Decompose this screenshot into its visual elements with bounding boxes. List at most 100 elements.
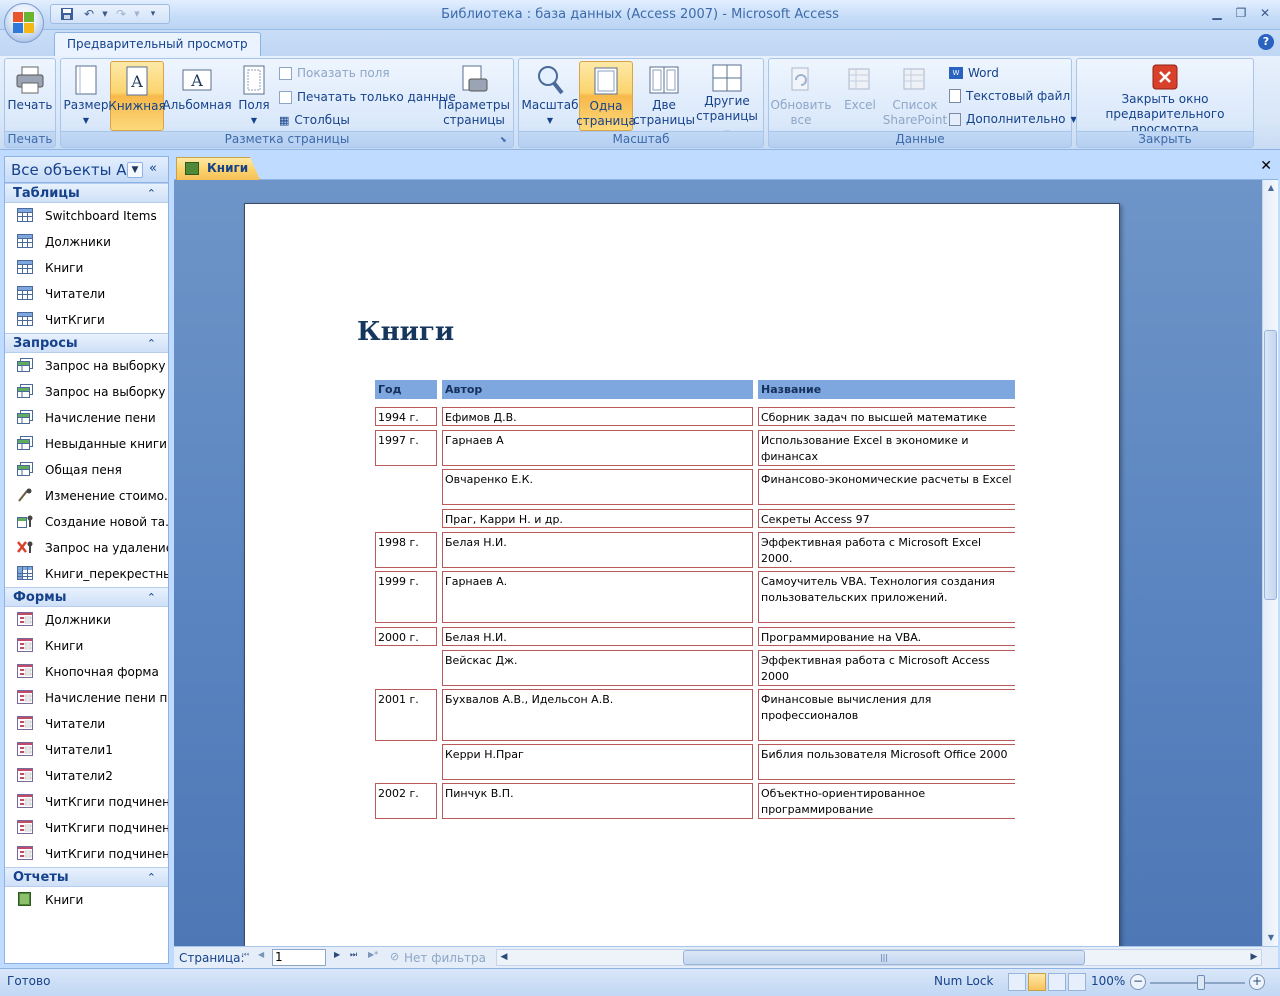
- zoom-in-icon[interactable]: +: [1249, 974, 1265, 990]
- one-page-button[interactable]: Одна страница: [576, 61, 636, 131]
- vertical-scrollbar[interactable]: ▲ ▼: [1262, 180, 1278, 946]
- update-query-icon: [17, 488, 33, 502]
- nav-item[interactable]: Запрос на выборку 2: [5, 379, 168, 405]
- nav-item[interactable]: Начисление пени: [5, 405, 168, 431]
- export-sharepoint-button[interactable]: Список SharePoint: [883, 61, 947, 131]
- document-tab-books[interactable]: Книги: [176, 157, 260, 180]
- print-data-only-checkbox[interactable]: Печатать только данные: [279, 87, 456, 107]
- collapse-group-icon[interactable]: ⌃: [147, 184, 156, 203]
- minimize-icon[interactable]: ▁: [1206, 4, 1228, 22]
- cell-author: Белая Н.И.: [442, 532, 753, 568]
- close-window-icon[interactable]: ✕: [1254, 4, 1276, 22]
- collapse-group-icon[interactable]: ⌃: [147, 588, 156, 607]
- export-excel-button[interactable]: Excel: [835, 61, 885, 131]
- zoom-out-icon[interactable]: −: [1130, 974, 1146, 990]
- help-icon[interactable]: ?: [1258, 34, 1274, 50]
- nav-item[interactable]: Читатели: [5, 711, 168, 737]
- nav-group-forms[interactable]: Формы ⌃: [5, 587, 168, 607]
- nav-item[interactable]: Запрос на удаление: [5, 535, 168, 561]
- export-more-button[interactable]: Дополнительно ▼: [949, 109, 1077, 129]
- page-number-input[interactable]: 1: [272, 949, 326, 966]
- page-layout-launcher-icon[interactable]: ⬊: [500, 135, 510, 145]
- print-button[interactable]: Печать: [6, 61, 54, 131]
- close-preview-button[interactable]: Закрыть окно предварительного просмотра: [1079, 61, 1251, 136]
- office-button[interactable]: [4, 3, 44, 43]
- design-view-icon[interactable]: [1068, 973, 1086, 991]
- nav-group-tables[interactable]: Таблицы ⌃: [5, 183, 168, 203]
- nav-menu-dropdown-icon[interactable]: ▼: [127, 162, 143, 178]
- horizontal-scroll-thumb[interactable]: |||: [683, 950, 1085, 965]
- filter-status[interactable]: Нет фильтра: [404, 951, 486, 965]
- portrait-button[interactable]: A Книжная: [108, 61, 166, 131]
- landscape-button[interactable]: A Альбомная: [162, 61, 232, 131]
- refresh-all-button[interactable]: Обновить все: [771, 61, 831, 131]
- nav-item[interactable]: Запрос на выборку: [5, 353, 168, 379]
- nav-pane-header[interactable]: Все объекты А... ▼ «: [5, 157, 168, 183]
- scroll-left-icon[interactable]: ◀: [497, 950, 511, 965]
- horizontal-scrollbar[interactable]: ◀ ||| ▶: [496, 949, 1262, 966]
- nav-item[interactable]: Читатели: [5, 281, 168, 307]
- zoom-slider-thumb[interactable]: [1197, 975, 1205, 990]
- nav-item[interactable]: Книги: [5, 255, 168, 281]
- size-button[interactable]: Размер ▼: [63, 61, 109, 131]
- nav-item[interactable]: ЧитКгиги подчинен...: [5, 815, 168, 841]
- nav-item[interactable]: ЧитКгиги подчинен...: [5, 841, 168, 867]
- nav-item-label: Запрос на выборку 2: [45, 385, 168, 399]
- nav-item-label: Изменение стоимо...: [45, 489, 168, 503]
- vertical-scroll-thumb[interactable]: [1264, 330, 1277, 600]
- export-word-button[interactable]: W Word: [949, 63, 999, 83]
- nav-item[interactable]: Должники: [5, 607, 168, 633]
- group-label-page-layout: Разметка страницы: [61, 131, 513, 147]
- new-record-icon[interactable]: ▶*: [368, 950, 378, 959]
- nav-item[interactable]: Книги: [5, 633, 168, 659]
- nav-item[interactable]: Книги_перекрестный: [5, 561, 168, 587]
- collapse-group-icon[interactable]: ⌃: [147, 868, 156, 887]
- nav-item[interactable]: Кнопочная форма: [5, 659, 168, 685]
- scroll-up-icon[interactable]: ▲: [1263, 180, 1279, 196]
- first-page-icon[interactable]: ⏮: [242, 950, 249, 960]
- print-preview-view-icon[interactable]: [1028, 973, 1046, 991]
- last-page-icon[interactable]: ⏭: [350, 950, 357, 960]
- margins-button[interactable]: Поля ▼: [233, 61, 275, 131]
- next-page-icon[interactable]: ▶: [334, 950, 340, 959]
- nav-item[interactable]: Изменение стоимо...: [5, 483, 168, 509]
- show-margins-checkbox[interactable]: Показать поля: [279, 63, 390, 83]
- page-setup-button[interactable]: Параметры страницы: [438, 61, 510, 131]
- nav-item[interactable]: Общая пеня: [5, 457, 168, 483]
- nav-item[interactable]: Читатели1: [5, 737, 168, 763]
- export-text-file-button[interactable]: Текстовый файл: [949, 86, 1070, 106]
- column-header: Автор: [442, 380, 753, 399]
- nav-item[interactable]: ЧитКгиги подчинен...: [5, 789, 168, 815]
- layout-view-icon[interactable]: [1048, 973, 1066, 991]
- report-view-icon[interactable]: [1008, 973, 1026, 991]
- close-document-icon[interactable]: ✕: [1260, 158, 1272, 174]
- collapse-group-icon[interactable]: ⌃: [147, 334, 156, 353]
- nav-item[interactable]: Книги: [5, 887, 168, 913]
- report-icon: [17, 892, 33, 906]
- nav-group-queries[interactable]: Запросы ⌃: [5, 333, 168, 353]
- zoom-level[interactable]: 100%: [1091, 974, 1125, 988]
- more-pages-button[interactable]: Другие страницы ▼: [695, 61, 759, 138]
- two-pages-button[interactable]: Две страницы: [633, 61, 695, 131]
- zoom-button[interactable]: Масштаб ▼: [521, 61, 579, 131]
- nav-collapse-icon[interactable]: «: [149, 161, 157, 176]
- prev-page-icon[interactable]: ◀: [258, 950, 264, 959]
- nav-item[interactable]: Невыданные книги: [5, 431, 168, 457]
- magnifier-icon: [534, 64, 566, 96]
- nav-item[interactable]: Начисление пени п...: [5, 685, 168, 711]
- columns-button[interactable]: ▦ Столбцы: [279, 110, 350, 130]
- portrait-icon: A: [121, 65, 153, 97]
- tab-print-preview[interactable]: Предварительный просмотр: [54, 32, 261, 57]
- scroll-right-icon[interactable]: ▶: [1247, 950, 1261, 965]
- nav-item[interactable]: Создание новой та...: [5, 509, 168, 535]
- nav-item[interactable]: ЧитКгиги: [5, 307, 168, 333]
- nav-group-reports[interactable]: Отчеты ⌃: [5, 867, 168, 887]
- restore-icon[interactable]: ❐: [1230, 4, 1252, 22]
- scroll-down-icon[interactable]: ▼: [1263, 930, 1279, 946]
- cell-author: Ефимов Д.В.: [442, 407, 753, 426]
- nav-item[interactable]: Switchboard Items: [5, 203, 168, 229]
- margins-icon: [238, 64, 270, 96]
- nav-item[interactable]: Должники: [5, 229, 168, 255]
- nav-item[interactable]: Читатели2: [5, 763, 168, 789]
- table-icon: [17, 234, 33, 248]
